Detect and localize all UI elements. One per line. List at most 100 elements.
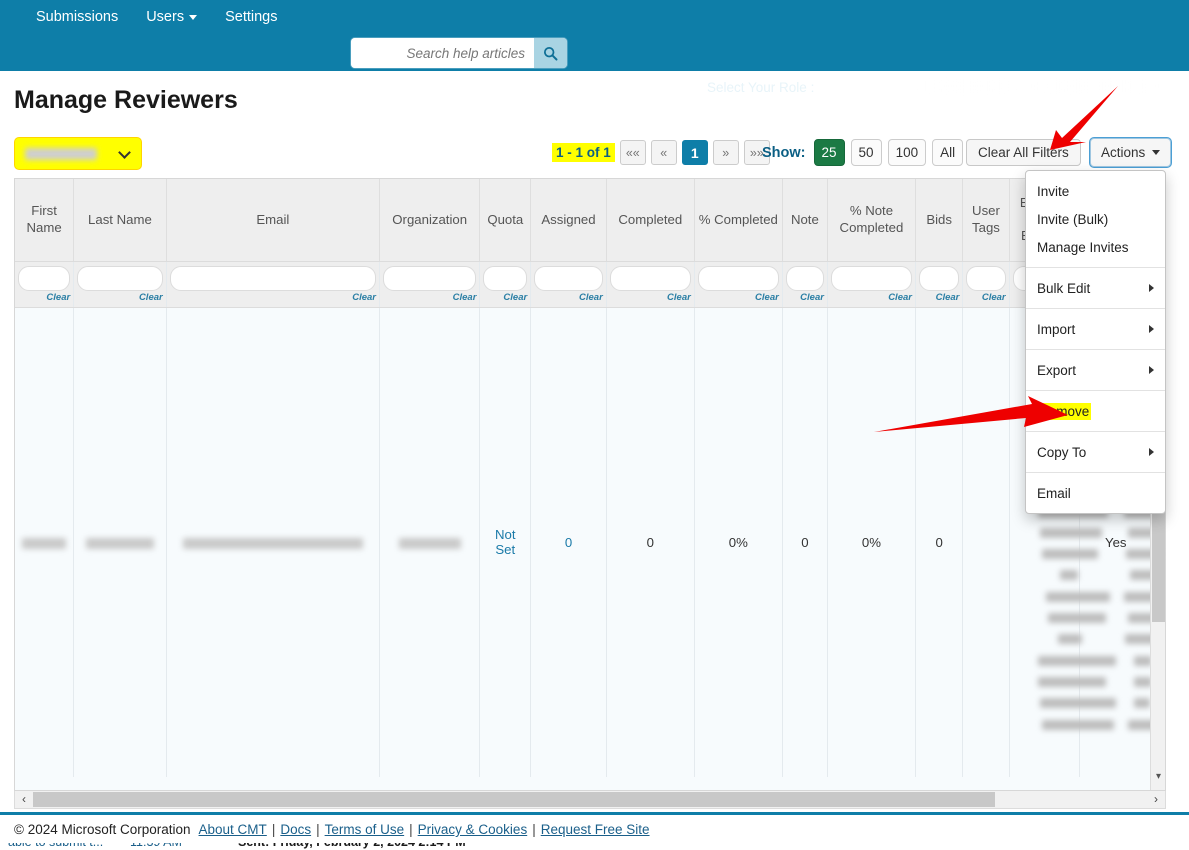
grid-horizontal-scrollbar[interactable]: ‹ › (14, 791, 1166, 809)
scroll-right-icon[interactable]: › (1147, 791, 1165, 807)
nav-item-submissions[interactable]: Submissions (22, 9, 132, 25)
column-header-quota[interactable]: Quota (479, 179, 532, 262)
footer-link-docs[interactable]: Docs (280, 822, 311, 837)
menu-item-bulk-edit[interactable]: Bulk Edit (1026, 274, 1165, 302)
column-header-bids[interactable]: Bids (915, 179, 964, 262)
column-header-completed[interactable]: % Completed (694, 179, 783, 262)
filter-clear-link[interactable]: Clear (919, 292, 960, 303)
menu-item-invite[interactable]: Invite (1026, 177, 1165, 205)
filter-input-note-completed[interactable] (830, 265, 912, 291)
filter-clear-link[interactable]: Clear (77, 292, 163, 303)
scroll-left-icon[interactable]: ‹ (15, 791, 33, 807)
filter-input-organization[interactable] (382, 265, 477, 291)
page-size-25[interactable]: 25 (813, 139, 845, 166)
filter-input-bids[interactable] (918, 265, 960, 291)
pagination-first-button[interactable]: «« (619, 140, 646, 165)
footer-link-request-free-site[interactable]: Request Free Site (541, 822, 650, 837)
filter-cell: Clear (694, 261, 783, 308)
chevron-down-icon (118, 146, 131, 159)
menu-item-remove[interactable]: Remove (1026, 397, 1165, 425)
search-button[interactable] (534, 38, 567, 68)
cell-link[interactable]: 0 (565, 535, 572, 550)
filter-clear-link[interactable]: Clear (383, 292, 477, 303)
role-label: Select Your Role : (707, 80, 815, 95)
menu-item-copy-to[interactable]: Copy To (1026, 438, 1165, 466)
filter-clear-link[interactable]: Clear (831, 292, 912, 303)
redacted-value (22, 537, 67, 549)
filter-clear-link[interactable]: Clear (534, 292, 603, 303)
footer-link-privacy-cookies[interactable]: Privacy & Cookies (418, 822, 528, 837)
grid-horizontal-scroll-thumb[interactable] (33, 792, 995, 807)
menu-item-label: Export (1037, 362, 1077, 378)
role-selector[interactable]: Chair (838, 79, 889, 95)
filter-clear-link[interactable]: Clear (610, 292, 691, 303)
page-size-all[interactable]: All (932, 139, 964, 166)
clear-all-filters-button[interactable]: Clear All Filters (966, 139, 1081, 166)
page-title: Manage Reviewers (14, 86, 238, 114)
chevron-right-icon (1149, 366, 1154, 374)
column-header-completed[interactable]: Completed (606, 179, 695, 262)
column-header-email[interactable]: Email (166, 179, 380, 262)
filter-input-last-name[interactable] (77, 265, 163, 291)
redacted-user-menu[interactable] (917, 79, 1017, 93)
nav-item-users-label: Users (146, 9, 185, 25)
filter-clear-link[interactable]: Clear (966, 292, 1006, 303)
search-input[interactable] (351, 38, 534, 68)
pagination-prev-button[interactable]: « (650, 140, 677, 165)
column-header-first-name[interactable]: First Name (15, 179, 75, 262)
pagination-count: 1 - 1 of 1 (552, 143, 615, 162)
table-cell-assigned[interactable]: 0 (530, 307, 607, 777)
menu-item-export[interactable]: Export (1026, 356, 1165, 384)
column-header-assigned[interactable]: Assigned (530, 179, 607, 262)
filter-cell: Clear (915, 261, 964, 308)
table-cell-quota[interactable]: Not Set (479, 307, 532, 777)
nav-item-users[interactable]: Users (132, 9, 211, 25)
column-header-user-tags[interactable]: User Tags (962, 179, 1010, 262)
column-header-note[interactable]: Note (782, 179, 828, 262)
table-row[interactable]: Not Set 0 0 0% 0 0% 0 Yes (15, 307, 1154, 777)
page-size-100[interactable]: 100 (887, 139, 927, 166)
menu-item-email[interactable]: Email (1026, 479, 1165, 507)
column-header-note-completed[interactable]: % Note Completed (827, 179, 916, 262)
redacted-value (85, 537, 154, 549)
nav-item-settings[interactable]: Settings (211, 9, 291, 25)
redacted-value (398, 537, 461, 549)
pagination-page-1[interactable]: 1 (681, 140, 708, 165)
track-selector[interactable] (14, 137, 142, 170)
filter-clear-link[interactable]: Clear (698, 292, 779, 303)
filter-input-email[interactable] (169, 265, 376, 291)
filter-cell: Clear (166, 261, 380, 308)
actions-button[interactable]: Actions (1090, 138, 1172, 167)
filter-input-note[interactable] (785, 265, 824, 291)
menu-item-manage-invites[interactable]: Manage Invites (1026, 233, 1165, 261)
filter-input-first-name[interactable] (18, 265, 71, 291)
filter-input-completed[interactable] (697, 265, 779, 291)
menu-item-invite-bulk[interactable]: Invite (Bulk) (1026, 205, 1165, 233)
filter-input-completed[interactable] (609, 265, 691, 291)
page-size-50[interactable]: 50 (850, 139, 882, 166)
cell-link[interactable]: Not Set (495, 527, 516, 557)
clipped-time-text: 11:39 AM (130, 843, 182, 849)
footer-link-about-cmt[interactable]: About CMT (199, 822, 267, 837)
filter-clear-link[interactable]: Clear (786, 292, 824, 303)
help-center-menu[interactable]: Help Center (595, 79, 690, 95)
table-cell-user-tags (962, 307, 1010, 777)
top-navigation-bar: Submissions Users Settings Help Center S… (0, 0, 1189, 95)
column-header-organization[interactable]: Organization (379, 179, 481, 262)
filter-clear-link[interactable]: Clear (18, 292, 70, 303)
menu-item-import[interactable]: Import (1026, 315, 1165, 343)
scroll-down-icon[interactable]: ▾ (1151, 768, 1165, 784)
redacted-account-menu[interactable] (1035, 79, 1155, 93)
filter-clear-link[interactable]: Clear (483, 292, 527, 303)
column-header-last-name[interactable]: Last Name (73, 179, 167, 262)
filter-input-quota[interactable] (483, 265, 528, 291)
reviewers-table: First Name Last Name Email Organization Quot… (15, 179, 1154, 777)
filter-input-user-tags[interactable] (966, 265, 1006, 291)
filter-clear-link[interactable]: Clear (170, 292, 376, 303)
filter-input-assigned[interactable] (534, 265, 603, 291)
menu-item-label: Bulk Edit (1037, 280, 1091, 296)
chevron-right-icon (1149, 284, 1154, 292)
footer-link-terms-of-use[interactable]: Terms of Use (325, 822, 405, 837)
filter-cell: Clear (827, 261, 916, 308)
pagination-next-button[interactable]: » (712, 140, 739, 165)
